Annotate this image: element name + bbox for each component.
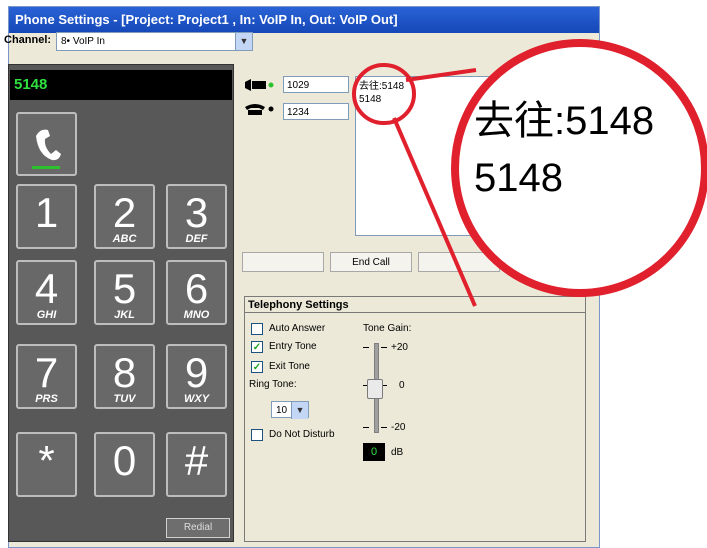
zoom-line1: 去往:5148: [474, 99, 655, 143]
highlight-circle: [352, 63, 416, 125]
magnifier-overlay: [352, 39, 707, 307]
magnifier-line: [405, 68, 477, 82]
zoom-line2: 5148: [474, 156, 563, 200]
